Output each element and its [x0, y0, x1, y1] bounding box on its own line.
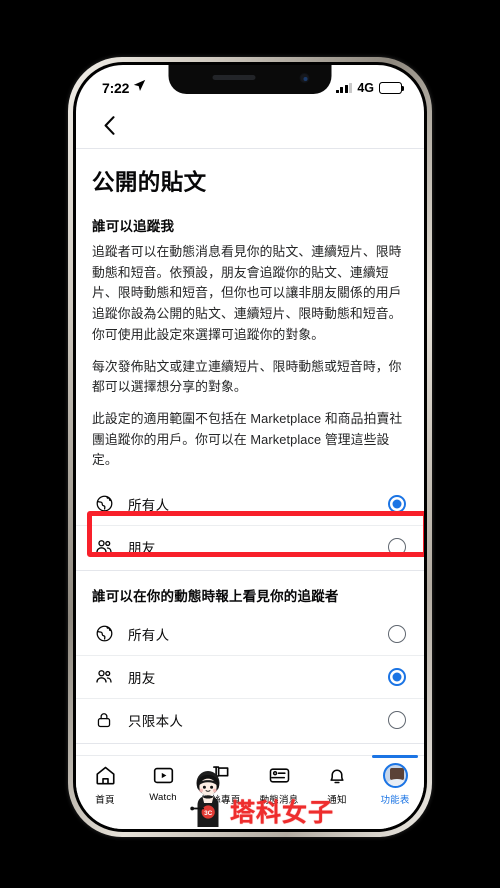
tab-label: 動態消息 — [259, 795, 299, 806]
option-label: 所有人 — [128, 627, 170, 643]
radio-visibility-only-me[interactable] — [388, 711, 406, 730]
flag-icon — [210, 763, 233, 787]
tab-label: Watch — [149, 792, 177, 803]
tab-news-feed[interactable]: 動態消息 — [250, 763, 308, 806]
phone-screen: 7:22 4G 公開的貼文 誰可以追蹤我 追蹤者可以在動態消息看見你的貼文、連續… — [76, 65, 424, 829]
friends-icon — [92, 667, 116, 687]
tab-label: 功能表 — [380, 795, 410, 806]
status-bar-left: 7:22 — [102, 79, 146, 97]
radio-visibility-public[interactable] — [388, 624, 406, 643]
avatar — [382, 762, 408, 788]
radio-visibility-friends[interactable] — [388, 668, 406, 687]
home-icon — [94, 763, 117, 787]
phone-frame: 7:22 4G 公開的貼文 誰可以追蹤我 追蹤者可以在動態消息看見你的貼文、連續… — [68, 57, 432, 837]
option-label: 朋友 — [128, 541, 156, 557]
follow-paragraph-3: 此設定的適用範圍不包括在 Marketplace 和商品拍賣社團追蹤你的用戶。你… — [92, 411, 403, 468]
radio-follow-public[interactable] — [388, 494, 406, 513]
tab-watch[interactable]: Watch — [134, 763, 192, 803]
tab-label: 通知 — [327, 795, 347, 806]
status-bar-right: 4G — [335, 81, 405, 95]
chevron-left-icon — [104, 116, 115, 135]
screenshot-stage: 7:22 4G 公開的貼文 誰可以追蹤我 追蹤者可以在動態消息看見你的貼文、連續… — [0, 0, 500, 888]
section-heading-follower-visibility: 誰可以在你的動態時報上看見你的追蹤者 — [92, 589, 339, 605]
follow-paragraph-2: 每次發佈貼文或建立連續短片、限時動態或短音時，你都可以選擇想分享的對象。 — [92, 358, 402, 395]
tab-home[interactable]: 首頁 — [76, 763, 134, 806]
tab-menu[interactable]: 功能表 — [366, 755, 424, 806]
bell-icon — [326, 763, 348, 787]
avatar-menu-icon — [382, 762, 408, 788]
follow-paragraph-1: 追蹤者可以在動態消息看見你的貼文、連續短片、限時動態和短音。依預設，朋友會追蹤你… — [92, 244, 402, 342]
news-feed-icon — [268, 763, 291, 787]
option-row-visibility-friends[interactable]: 朋友 — [76, 655, 424, 699]
phone-bezel: 7:22 4G 公開的貼文 誰可以追蹤我 追蹤者可以在動態消息看見你的貼文、連續… — [73, 62, 427, 832]
option-row-follow-friends[interactable]: 朋友 — [76, 525, 424, 569]
radio-follow-friends[interactable] — [388, 538, 406, 557]
back-button[interactable] — [96, 113, 122, 139]
option-label: 所有人 — [128, 497, 170, 513]
option-label: 只限本人 — [128, 714, 184, 730]
tab-label: 粉絲專頁 — [201, 795, 241, 806]
tab-notifications[interactable]: 通知 — [308, 763, 366, 806]
lock-icon — [92, 711, 116, 729]
navigation-bar — [76, 103, 424, 149]
battery-icon — [379, 82, 405, 94]
location-arrow-icon — [133, 79, 146, 97]
option-row-visibility-only-me[interactable]: 只限本人 — [76, 698, 424, 742]
status-time: 7:22 — [102, 80, 130, 96]
globe-icon — [92, 624, 116, 643]
active-tab-indicator — [372, 755, 418, 758]
page-title: 公開的貼文 — [92, 170, 207, 195]
option-row-visibility-public[interactable]: 所有人 — [76, 612, 424, 656]
tab-pages[interactable]: 粉絲專頁 — [192, 763, 250, 806]
tab-label: 首頁 — [95, 795, 115, 806]
globe-icon — [92, 494, 116, 513]
option-label: 朋友 — [128, 671, 156, 687]
network-type-label: 4G — [357, 81, 374, 95]
signal-bars-icon — [335, 82, 353, 93]
friends-icon — [92, 537, 116, 557]
settings-content[interactable]: 公開的貼文 誰可以追蹤我 追蹤者可以在動態消息看見你的貼文、連續短片、限時動態和… — [76, 149, 424, 771]
status-bar: 7:22 4G — [76, 65, 424, 103]
video-play-icon — [152, 763, 175, 787]
section-heading-who-can-follow: 誰可以追蹤我 — [92, 219, 175, 234]
option-row-follow-public[interactable]: 所有人 — [76, 482, 424, 526]
bottom-tab-bar: 首頁 Watch 粉絲專頁 動態消息 通知 功能表 — [76, 755, 424, 829]
